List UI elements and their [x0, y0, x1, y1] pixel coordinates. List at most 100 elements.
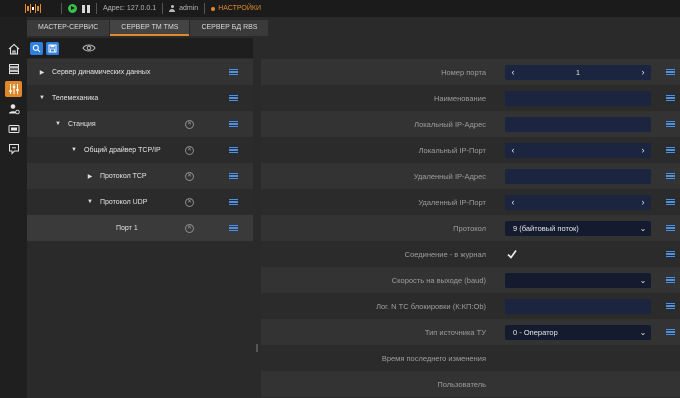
tree-item-udp-protocol[interactable]: ▼ Протокол UDP ✕	[27, 189, 253, 215]
prop-label: Протокол	[453, 223, 486, 233]
prop-row-port-number: Номер порта ‹ 1 ›	[261, 59, 680, 85]
save-button[interactable]	[46, 41, 59, 55]
prop-row-remote-port: Удаленный IP-Порт ‹ ›	[261, 189, 680, 215]
divider	[204, 3, 206, 14]
divider	[162, 3, 164, 14]
item-menu-icon[interactable]	[229, 120, 238, 128]
prop-menu-icon[interactable]	[666, 328, 675, 336]
prop-menu-icon[interactable]	[666, 250, 675, 258]
settings-label: НАСТРОЙКИ	[218, 5, 261, 12]
prop-row-remote-ip: Удаленный IP-Адрес	[261, 163, 680, 189]
chevron-down-icon: ⌄	[639, 275, 647, 285]
prop-menu-icon[interactable]	[666, 172, 675, 180]
tab-rbs-server[interactable]: СЕРВЕР БД RBS	[190, 20, 269, 36]
prop-label: Лог. N ТС блокировки (К:КП:Ob)	[376, 301, 486, 311]
prop-label: Локальный IP-Адрес	[414, 119, 486, 129]
prop-menu-icon[interactable]	[666, 146, 675, 154]
decrement-icon[interactable]: ‹	[505, 195, 521, 210]
prop-label: Пользователь	[437, 379, 486, 389]
block-ts-field[interactable]	[505, 298, 651, 314]
tree-item-station[interactable]: ▼ Станция ✕	[27, 111, 253, 137]
user-settings-icon[interactable]	[5, 101, 22, 117]
connection-log-checkbox[interactable]	[507, 249, 517, 259]
play-icon[interactable]	[68, 4, 77, 13]
expand-caret-icon[interactable]: ▶	[86, 173, 94, 180]
remove-icon[interactable]: ✕	[185, 223, 194, 233]
collapse-caret-icon[interactable]: ▼	[70, 147, 78, 153]
prop-menu-icon[interactable]	[666, 276, 675, 284]
item-menu-icon[interactable]	[229, 68, 238, 76]
remote-port-stepper[interactable]: ‹ ›	[505, 194, 651, 210]
local-ip-field[interactable]	[505, 116, 651, 132]
prop-menu-icon[interactable]	[666, 120, 675, 128]
decrement-icon[interactable]: ‹	[505, 65, 521, 80]
remote-ip-field[interactable]	[505, 168, 651, 184]
item-menu-icon[interactable]	[229, 146, 238, 154]
name-field[interactable]	[505, 90, 651, 106]
tu-source-value: 0 - Оператор	[513, 327, 558, 337]
list-icon[interactable]	[5, 61, 22, 77]
prop-row-connection-log: Соединение - в журнал	[261, 241, 680, 267]
prop-label: Скорость на выходе (baud)	[391, 275, 486, 285]
local-port-stepper[interactable]: ‹ ›	[505, 142, 651, 158]
prop-label: Локальный IP-Порт	[418, 145, 486, 155]
eye-icon[interactable]	[82, 43, 96, 53]
increment-icon[interactable]: ›	[635, 195, 651, 210]
prop-label: Соединение - в журнал	[404, 249, 486, 259]
tree-toolbar	[27, 38, 253, 58]
message-icon[interactable]	[5, 141, 22, 157]
remove-icon[interactable]: ✕	[185, 197, 194, 207]
port-number-stepper[interactable]: ‹ 1 ›	[505, 64, 651, 80]
prop-row-last-modified: Время последнего изменения	[261, 345, 680, 371]
user-menu[interactable]: admin	[169, 5, 198, 12]
tree-item-label: Станция	[68, 120, 96, 128]
tu-source-select[interactable]: 0 - Оператор ⌄	[505, 324, 651, 340]
item-menu-icon[interactable]	[229, 198, 238, 206]
settings-link[interactable]: НАСТРОЙКИ	[211, 5, 261, 12]
decrement-icon[interactable]: ‹	[505, 143, 521, 158]
prop-label: Удаленный IP-Порт	[418, 197, 486, 207]
port-number-value: 1	[575, 67, 581, 77]
prop-row-tu-source: Тип источника ТУ 0 - Оператор ⌄	[261, 319, 680, 345]
tab-master-service[interactable]: МАСТЕР-СЕРВИС	[27, 20, 110, 36]
baud-rate-select[interactable]: ⌄	[505, 272, 651, 288]
home-icon[interactable]	[5, 41, 22, 57]
item-menu-icon[interactable]	[229, 224, 238, 232]
item-menu-icon[interactable]	[229, 94, 238, 102]
tree-item-port-1[interactable]: Порт 1 ✕	[27, 215, 253, 241]
tree-item-telemechanics[interactable]: ▼ Телемеханика	[27, 85, 253, 111]
search-button[interactable]	[30, 41, 43, 55]
tab-tms-server[interactable]: СЕРВЕР ТМ TMS	[110, 20, 190, 36]
collapse-caret-icon[interactable]: ▼	[54, 121, 62, 127]
protocol-select[interactable]: 9 (байтовый поток) ⌄	[505, 220, 651, 236]
prop-label: Номер порта	[441, 67, 486, 77]
increment-icon[interactable]: ›	[635, 65, 651, 80]
settings-sliders-icon[interactable]	[5, 81, 22, 97]
expand-caret-icon[interactable]: ▶	[38, 69, 46, 76]
remove-icon[interactable]: ✕	[185, 171, 194, 181]
tree-item-label: Протокол UDP	[100, 198, 148, 206]
prop-menu-icon[interactable]	[666, 198, 675, 206]
prop-menu-icon[interactable]	[666, 94, 675, 102]
remove-icon[interactable]: ✕	[185, 145, 194, 155]
tree-item-label: Телемеханика	[52, 94, 99, 102]
prop-menu-icon[interactable]	[666, 224, 675, 232]
device-icon[interactable]	[5, 121, 22, 137]
search-icon	[32, 44, 41, 52]
username: admin	[179, 5, 199, 12]
prop-row-local-port: Локальный IP-Порт ‹ ›	[261, 137, 680, 163]
tree-item-tcp-protocol[interactable]: ▶ Протокол TCP ✕	[27, 163, 253, 189]
panel-splitter[interactable]	[256, 344, 258, 352]
tree-item-tcpip-driver[interactable]: ▼ Общий драйвер TCP/IP ✕	[27, 137, 253, 163]
prop-menu-icon[interactable]	[666, 302, 675, 310]
divider	[96, 3, 97, 14]
tree-item-dynamic-server[interactable]: ▶ Сервер динамических данных	[27, 59, 253, 85]
tree-item-label: Порт 1	[116, 224, 138, 232]
pause-icon[interactable]	[82, 4, 90, 13]
collapse-caret-icon[interactable]: ▼	[86, 199, 94, 205]
remove-icon[interactable]: ✕	[185, 119, 194, 129]
collapse-caret-icon[interactable]: ▼	[38, 95, 46, 101]
increment-icon[interactable]: ›	[635, 143, 651, 158]
prop-menu-icon[interactable]	[666, 68, 675, 76]
item-menu-icon[interactable]	[229, 172, 238, 180]
